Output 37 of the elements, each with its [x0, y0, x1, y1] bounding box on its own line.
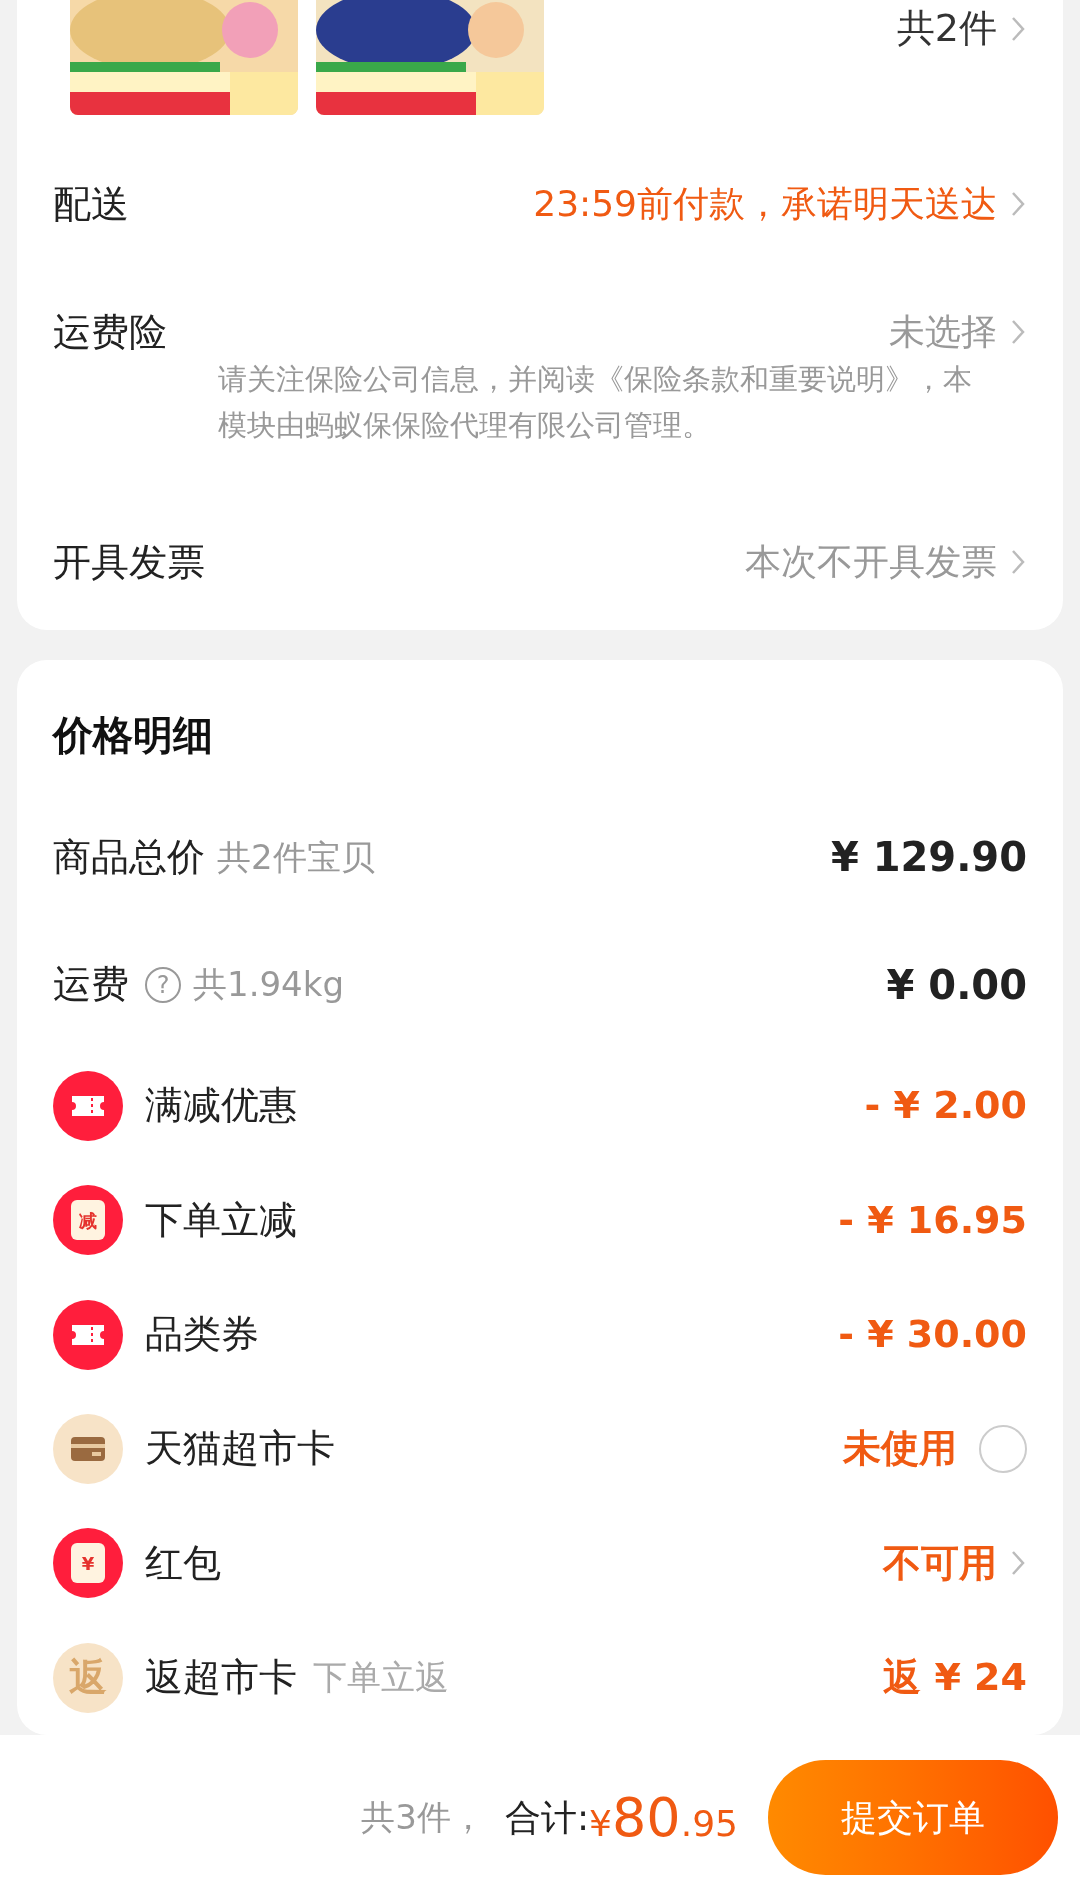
row-label: 配送: [53, 180, 129, 228]
row-amount: ¥ 0.00: [886, 960, 1027, 1010]
total-price: ¥80.95: [589, 1785, 738, 1851]
row-label: 天猫超市卡: [145, 1425, 335, 1473]
item-total-count: 共3件，: [361, 1796, 485, 1839]
row-label: 下单立减: [145, 1196, 297, 1244]
row-label: 开具发票: [53, 538, 205, 586]
row-label: 红包: [145, 1539, 221, 1587]
item-count[interactable]: 共2件: [896, 0, 997, 57]
row-label: 满减优惠: [145, 1082, 297, 1130]
row-note: 下单立返: [313, 1656, 449, 1700]
row-amount: 未使用: [843, 1425, 957, 1473]
help-icon[interactable]: ?: [145, 966, 181, 1003]
row-amount: - ¥ 2.00: [864, 1082, 1027, 1130]
row-label: 运费: [53, 961, 129, 1009]
row-amount: 不可用: [883, 1539, 997, 1587]
coupon-icon: ¥: [53, 1528, 123, 1599]
radio-button[interactable]: [979, 1424, 1027, 1473]
insurance-note: 请关注保险公司信息，并阅读《保险条款和重要说明》，本模块由蚂蚁保保险代理有限公司管理。: [218, 361, 973, 444]
row-value[interactable]: 23:59前付款，承诺明天送达: [533, 177, 997, 231]
row-value[interactable]: 本次不开具发票: [745, 535, 997, 589]
row-note: 共2件宝贝: [217, 835, 375, 879]
total-label: 合计:: [504, 1795, 590, 1840]
rebate-icon: 返: [53, 1642, 123, 1713]
row-amount: - ¥ 30.00: [838, 1311, 1027, 1358]
row-amount: ¥ 129.90: [830, 833, 1027, 883]
coupon-icon: 减: [53, 1185, 123, 1256]
row-value[interactable]: 未选择: [889, 305, 997, 359]
row-label: 运费险: [53, 308, 167, 356]
row-label: 返超市卡: [145, 1654, 297, 1702]
row-label: 品类券: [145, 1311, 259, 1358]
section-title: 价格明细: [53, 710, 214, 760]
row-amount: 返 ¥ 24: [883, 1654, 1027, 1702]
row-label: 商品总价: [53, 833, 205, 881]
row-note: 共1.94kg: [193, 963, 344, 1007]
submit-order-button[interactable]: 提交订单: [768, 1760, 1058, 1875]
row-amount: - ¥ 16.95: [838, 1196, 1027, 1244]
